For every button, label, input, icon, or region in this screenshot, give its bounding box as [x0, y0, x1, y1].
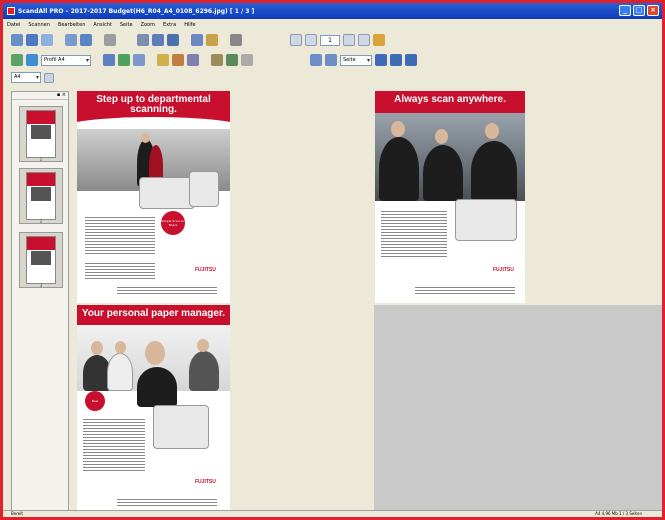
zoom-out-icon[interactable] — [325, 54, 337, 66]
status-bar: Bereit A4 4,96 Mb 1 / 3 Seiten — [3, 510, 662, 517]
rotate-icon[interactable] — [206, 34, 218, 46]
crop-icon[interactable] — [157, 54, 169, 66]
rotate-right-icon[interactable] — [118, 54, 130, 66]
application-window: ScandAll PRO – 2017-2017 Budget(H6_R04_A… — [0, 0, 665, 520]
cut-icon[interactable] — [137, 34, 149, 46]
close-button[interactable]: × — [647, 5, 659, 16]
menu-view[interactable]: Ansicht — [93, 22, 111, 28]
menu-scan[interactable]: Scannen — [28, 22, 50, 28]
page-3-headline: Your personal paper manager. — [77, 305, 230, 325]
split-icon[interactable] — [187, 54, 199, 66]
properties-icon[interactable] — [104, 34, 116, 46]
menu-extra[interactable]: Extra — [163, 22, 176, 28]
page-1-badge: Simple Scan-to-Share — [161, 211, 185, 235]
scan-batch-icon[interactable] — [26, 34, 38, 46]
empty-page-slot — [374, 305, 662, 516]
paste-icon[interactable] — [167, 34, 179, 46]
profile-select[interactable]: Profil A4 — [41, 54, 91, 66]
secondary-toolbar: Profil A4 Seite — [3, 51, 662, 69]
rotate-left-icon[interactable] — [103, 54, 115, 66]
save-icon[interactable] — [65, 34, 77, 46]
view-toolbar: A4 — [11, 72, 54, 83]
thumbnail-page-1[interactable]: 1 — [19, 106, 63, 162]
thumbnail-page-3[interactable]: 3 — [19, 232, 63, 288]
page-number-field[interactable]: 1 — [320, 34, 340, 46]
zoom-select[interactable]: Seite — [340, 54, 372, 66]
menu-bar: Datei Scannen Bearbeiten Ansicht Seite Z… — [3, 19, 662, 30]
cleanup-icon[interactable] — [241, 54, 253, 66]
thumbnail-toggle-icon[interactable] — [44, 72, 54, 83]
open-file-icon[interactable] — [41, 34, 53, 46]
insert-page-icon[interactable] — [191, 34, 203, 46]
delete-icon[interactable] — [230, 34, 242, 46]
page-2-brand-logo: FUJITSU — [493, 267, 514, 273]
status-text: Bereit — [11, 511, 23, 516]
next-page-icon[interactable] — [343, 34, 355, 46]
thumbnail-view-icon[interactable] — [226, 54, 238, 66]
document-view[interactable]: Step up to departmental scanning. Simple… — [73, 91, 662, 516]
print-icon[interactable] — [80, 34, 92, 46]
page-3-badge: New — [85, 391, 105, 411]
scan-icon[interactable] — [11, 34, 23, 46]
bookmark-icon[interactable] — [373, 34, 385, 46]
scan-profile-icon[interactable] — [11, 54, 23, 66]
page-1-brand-logo: FUJITSU — [195, 267, 216, 273]
fit-width-icon[interactable] — [390, 54, 402, 66]
scan-settings-icon[interactable] — [26, 54, 38, 66]
page-3[interactable]: Your personal paper manager. New FUJITSU — [77, 305, 230, 516]
thumbnail-page-2[interactable]: 2 — [19, 168, 63, 224]
thumbnail-sidebar: ▪ × 1 2 3 — [11, 91, 69, 516]
window-title: ScandAll PRO – 2017-2017 Budget(H6_R04_A… — [18, 7, 255, 15]
flip-icon[interactable] — [133, 54, 145, 66]
menu-file[interactable]: Datei — [7, 22, 20, 28]
sidebar-close-icon[interactable]: ▪ × — [12, 92, 68, 100]
menu-page[interactable]: Seite — [120, 22, 133, 28]
menu-zoom[interactable]: Zoom — [141, 22, 155, 28]
previous-page-icon[interactable] — [305, 34, 317, 46]
status-page-info: A4 4,96 Mb 1 / 3 Seiten — [595, 511, 642, 516]
maximize-button[interactable]: □ — [633, 5, 645, 16]
last-page-icon[interactable] — [358, 34, 370, 46]
app-icon — [7, 7, 15, 15]
deskew-icon[interactable] — [172, 54, 184, 66]
main-toolbar: 1 — [3, 31, 662, 49]
page-2-headline: Always scan anywhere. — [375, 91, 525, 113]
menu-help[interactable]: Hilfe — [184, 22, 195, 28]
page-3-brand-logo: FUJITSU — [195, 479, 216, 485]
view-select[interactable]: A4 — [11, 72, 41, 83]
menu-edit[interactable]: Bearbeiten — [58, 22, 85, 28]
zoom-in-icon[interactable] — [310, 54, 322, 66]
title-bar: ScandAll PRO – 2017-2017 Budget(H6_R04_A… — [3, 3, 662, 19]
full-screen-icon[interactable] — [405, 54, 417, 66]
copy-icon[interactable] — [152, 34, 164, 46]
merge-icon[interactable] — [211, 54, 223, 66]
first-page-icon[interactable] — [290, 34, 302, 46]
fit-page-icon[interactable] — [375, 54, 387, 66]
page-2[interactable]: Always scan anywhere. FUJITSU — [375, 91, 525, 303]
page-1[interactable]: Step up to departmental scanning. Simple… — [77, 91, 230, 303]
minimize-button[interactable]: _ — [619, 5, 631, 16]
